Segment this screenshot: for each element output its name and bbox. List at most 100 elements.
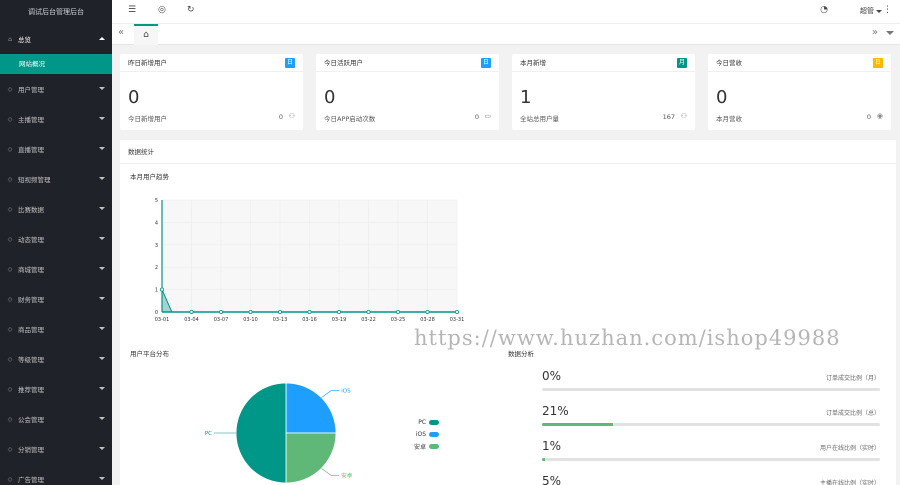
card-value: 1: [520, 87, 532, 108]
tab-menu-icon[interactable]: [886, 31, 894, 35]
sidebar-item-12[interactable]: ◇ 分销管理: [0, 434, 112, 464]
sidebar-item-11[interactable]: ◇ 公会管理: [0, 404, 112, 434]
users-icon: ⚇: [680, 112, 687, 120]
pie-label-line: [321, 390, 340, 398]
card-num: 0: [474, 113, 479, 121]
card-title-text: 今日营收: [716, 59, 742, 67]
progress-item: 5% 主播在线比例（实时）: [542, 474, 880, 485]
sidebar-nav-list: ◇ 用户管理 ◇ 主播管理 ◇ 直播管理 ◇ 短视频管理 ◇ 比赛数据 ◇ 动态管理 ◇ 商城管理 ◇ 财务管…: [0, 74, 112, 485]
user-menu[interactable]: 超管: [860, 6, 874, 16]
pie-slice[interactable]: [285, 432, 337, 484]
home-icon: ⌂: [143, 30, 149, 40]
guild-icon: ◇: [7, 415, 13, 423]
card-badge: 日: [480, 58, 491, 68]
sidebar-subitem-site-overview[interactable]: 网站概况: [0, 54, 112, 74]
chevron-down-icon: [99, 207, 105, 210]
chevron-down-icon: [99, 357, 105, 360]
pie-chart-title: 用户平台分布: [130, 350, 169, 358]
data-statistics-panel: 数据统计 本月用户趋势 0 1 2 3 4 5 03-01 03-04 03-07 03-10 03…: [120, 140, 896, 485]
sidebar-item-9[interactable]: ◇ 等级管理: [0, 344, 112, 374]
sidebar-item-6[interactable]: ◇ 商城管理: [0, 254, 112, 284]
card-title-text: 本月新增: [520, 59, 546, 67]
sidebar-item-label: 推荐管理: [18, 386, 44, 394]
sidebar-item-7[interactable]: ◇ 财务管理: [0, 284, 112, 314]
x-tick-label: 03-28: [420, 317, 435, 323]
data-point: [336, 310, 341, 315]
data-point: [307, 310, 312, 315]
shop-icon: ◇: [7, 265, 13, 273]
chevron-down-icon: [99, 147, 105, 150]
globe-icon[interactable]: ◎: [158, 5, 166, 15]
x-tick-label: 03-19: [332, 317, 347, 323]
legend-item[interactable]: iOS: [414, 428, 440, 440]
pie-slice[interactable]: [235, 382, 287, 484]
sidebar-item-label: 广告管理: [18, 476, 44, 484]
card-num: 0: [866, 113, 871, 121]
tab-home[interactable]: ⌂: [134, 24, 158, 45]
level-icon: ◇: [7, 355, 13, 363]
sidebar-item-1[interactable]: ◇ 主播管理: [0, 104, 112, 134]
legend-label: PC: [418, 418, 427, 426]
card-desc: 今日新增用户: [128, 115, 167, 123]
x-tick-label: 03-16: [302, 317, 317, 323]
sidebar-item-8[interactable]: ◇ 商品管理: [0, 314, 112, 344]
divider: [120, 163, 896, 164]
platform-pie-chart: iOS 安卓 PC: [205, 382, 353, 484]
pie-slice[interactable]: [285, 382, 337, 434]
stat-card-2: 本月新增 月 1 全站总用户量 167 ⚇: [512, 54, 695, 130]
progress-track: [542, 388, 880, 391]
sidebar-item-0[interactable]: ◇ 用户管理: [0, 74, 112, 104]
sidebar-item-label: 用户管理: [18, 86, 44, 94]
tab-bar: « ⌂ »: [112, 24, 900, 45]
sidebar-item-13[interactable]: ◇ 广告管理: [0, 464, 112, 485]
progress-fill: [542, 423, 613, 426]
x-tick-label: 03-31: [450, 317, 465, 323]
legend-item[interactable]: PC: [414, 416, 440, 428]
sidebar-item-label: 分销管理: [18, 446, 44, 454]
progress-item: 21% 订单成交比例（总）: [542, 404, 880, 426]
data-point: [219, 310, 224, 315]
legend-swatch: [429, 443, 440, 449]
chevron-down-icon: [99, 387, 105, 390]
sidebar-item-label: 商城管理: [18, 266, 44, 274]
legend-item[interactable]: 安卓: [414, 440, 440, 452]
sidebar-item-overview[interactable]: ⌂ 总览: [0, 24, 112, 54]
user-trend-line-chart: 0 1 2 3 4 5 03-01 03-04 03-07 03-10 03-13 03-16 03-1…: [155, 198, 465, 323]
sidebar-item-3[interactable]: ◇ 短视频管理: [0, 164, 112, 194]
card-title-text: 今日活跃用户: [324, 59, 363, 67]
video-icon: ◇: [7, 175, 13, 183]
distribution-icon: ◇: [7, 445, 13, 453]
card-desc: 本月营收: [716, 115, 742, 123]
menu-toggle-icon[interactable]: ☰: [128, 5, 136, 15]
dynamic-icon: ◇: [7, 235, 13, 243]
more-icon[interactable]: ⋮: [883, 5, 892, 15]
sidebar-item-label: 等级管理: [18, 356, 44, 364]
live-icon: ◇: [7, 145, 13, 153]
progress-item: 1% 用户在线比例（实时）: [542, 439, 880, 461]
card-num: 0: [278, 113, 283, 121]
card-title: 本月新增 月: [512, 54, 695, 72]
pie-legend: PC iOS 安卓: [414, 416, 440, 452]
theme-icon[interactable]: ◔: [820, 5, 828, 15]
card-num: 167: [662, 113, 675, 121]
stat-card-0: 昨日新增用户 日 0 今日新增用户 0 ⚇: [120, 54, 303, 130]
card-title: 今日活跃用户 日: [316, 54, 499, 72]
refresh-icon[interactable]: ↻: [187, 5, 195, 15]
sidebar-item-10[interactable]: ◇ 推荐管理: [0, 374, 112, 404]
sidebar-item-label: 动态管理: [18, 236, 44, 244]
card-value: 0: [324, 87, 336, 108]
tab-scroll-left-icon[interactable]: «: [118, 27, 124, 38]
sidebar-item-label: 公会管理: [18, 416, 44, 424]
y-tick-label: 0: [155, 310, 158, 316]
pie-label-line: [321, 468, 340, 476]
chevron-down-icon: [99, 87, 105, 90]
card-desc: 今日APP启动次数: [324, 115, 376, 123]
tab-scroll-right-icon[interactable]: »: [872, 27, 878, 38]
x-tick-label: 03-10: [243, 317, 258, 323]
sidebar-item-4[interactable]: ◇ 比赛数据: [0, 194, 112, 224]
pie-slice-label: iOS: [341, 389, 351, 395]
sidebar-item-5[interactable]: ◇ 动态管理: [0, 224, 112, 254]
progress-label: 订单成交比例（总）: [825, 410, 880, 417]
sidebar-item-2[interactable]: ◇ 直播管理: [0, 134, 112, 164]
sidebar-item-label: 直播管理: [18, 146, 44, 154]
